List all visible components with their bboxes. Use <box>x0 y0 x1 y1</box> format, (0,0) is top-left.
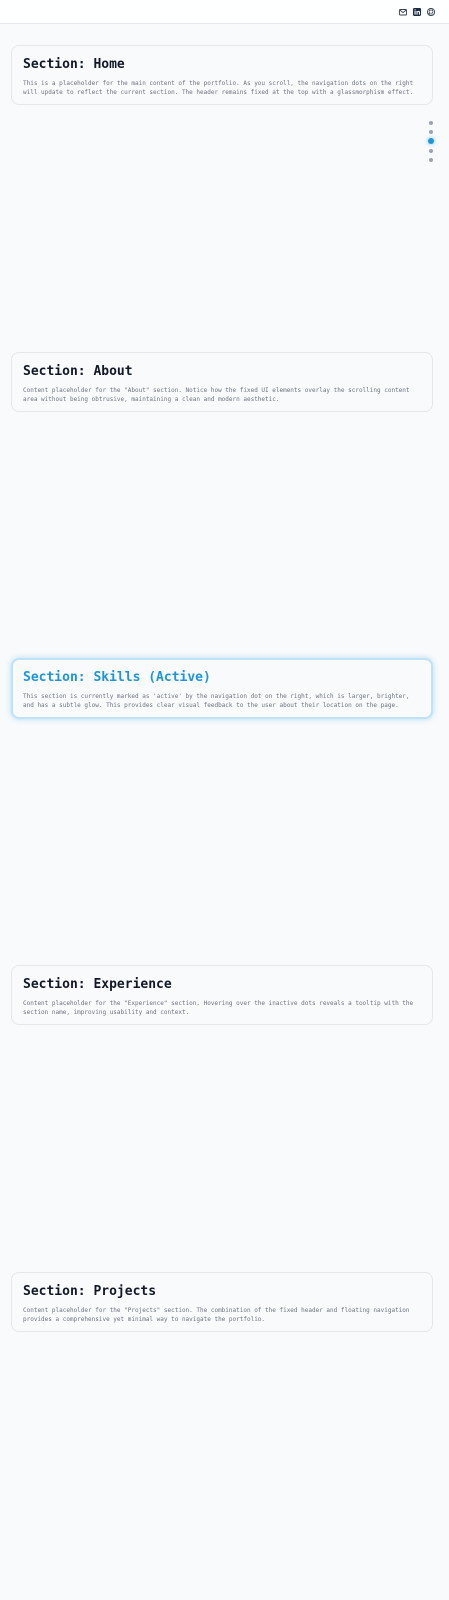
section-title: Section: Home <box>23 57 125 72</box>
nav-dot-home[interactable] <box>429 121 433 125</box>
section-title: Section: Experience <box>23 977 172 992</box>
section-projects: Section: Projects Content placeholder fo… <box>11 1272 433 1332</box>
section-title: Section: Skills (Active) <box>23 670 211 685</box>
portfolio-page: Section: Home This is a placeholder for … <box>0 0 449 1600</box>
section-home: Section: Home This is a placeholder for … <box>11 45 433 105</box>
section-title: Section: About <box>23 364 133 379</box>
github-icon[interactable] <box>426 7 436 17</box>
section-skills: Section: Skills (Active) This section is… <box>11 658 433 719</box>
section-body: This is a placeholder for the main conte… <box>23 80 414 96</box>
section-body: Content placeholder for the "Projects" s… <box>23 1307 410 1323</box>
nav-dot-experience[interactable] <box>429 149 433 153</box>
fixed-header <box>0 0 449 24</box>
nav-dot-projects[interactable] <box>429 158 433 162</box>
nav-dot-about[interactable] <box>429 130 433 134</box>
section-body: Content placeholder for the "About" sect… <box>23 387 410 403</box>
section-experience: Section: Experience Content placeholder … <box>11 965 433 1025</box>
section-body: Content placeholder for the "Experience"… <box>23 1000 414 1016</box>
linkedin-icon[interactable] <box>412 7 422 17</box>
mail-icon[interactable] <box>398 7 408 17</box>
nav-dot-skills[interactable] <box>428 138 434 144</box>
section-nav-dots <box>428 118 436 162</box>
section-body: This section is currently marked as 'act… <box>23 693 410 709</box>
section-title: Section: Projects <box>23 1284 157 1299</box>
section-about: Section: About Content placeholder for t… <box>11 352 433 412</box>
